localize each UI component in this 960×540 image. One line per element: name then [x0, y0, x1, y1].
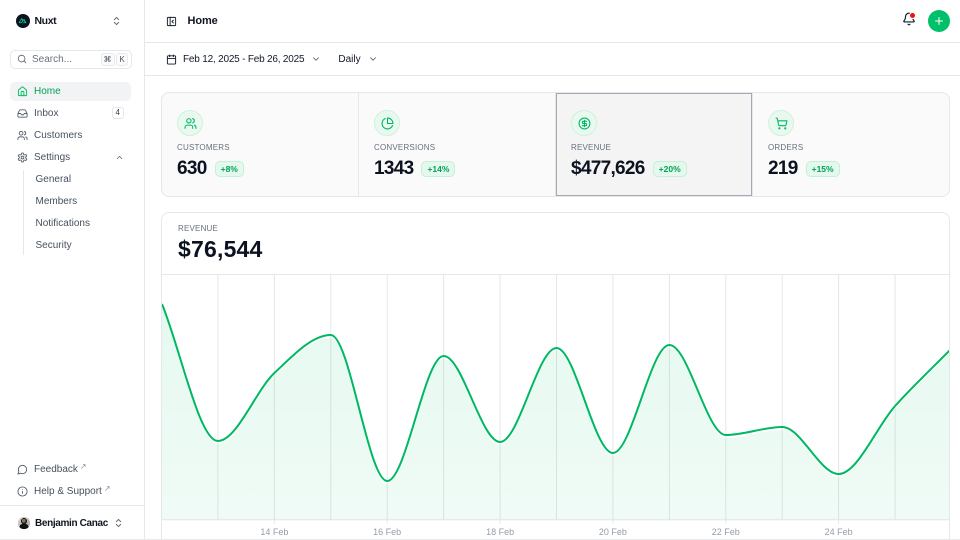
svg-text:20 Feb: 20 Feb — [599, 527, 627, 537]
svg-text:14 Feb: 14 Feb — [260, 527, 288, 537]
svg-text:16 Feb: 16 Feb — [373, 527, 401, 537]
svg-text:18 Feb: 18 Feb — [486, 527, 514, 537]
svg-text:24 Feb: 24 Feb — [825, 527, 853, 537]
svg-text:22 Feb: 22 Feb — [712, 527, 740, 537]
